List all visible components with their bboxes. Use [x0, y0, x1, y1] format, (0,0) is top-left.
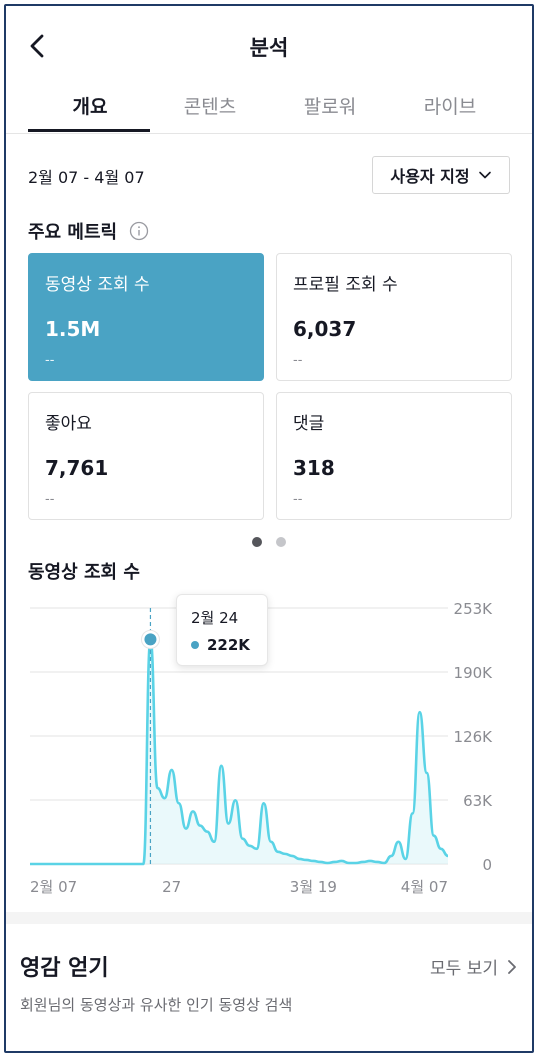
views-chart[interactable]: 253K 190K 126K 63K 0 2월 07 27 3월 19 4월 07 [6, 592, 534, 912]
metric-card-comments[interactable]: 댓글 318 -- [276, 392, 512, 520]
tab-overview[interactable]: 개요 [30, 92, 150, 119]
metric-label: 프로필 조회 수 [293, 275, 398, 295]
tab-followers[interactable]: 팔로워 [270, 92, 390, 119]
inspiration-description: 회원님의 동영상과 유사한 인기 동영상 검색 [20, 996, 293, 1014]
inspiration-title: 영감 얻기 [20, 956, 109, 981]
metric-card-likes[interactable]: 좋아요 7,761 -- [28, 392, 264, 520]
metric-value: 318 [293, 456, 335, 480]
app-frame: 분석 개요 콘텐츠 팔로워 라이브 2월 07 - 4월 07 사용자 지정 주… [4, 4, 534, 1053]
y-tick-label: 190K [454, 664, 494, 682]
metric-value: 7,761 [45, 456, 109, 480]
tooltip-value-row: 222K [191, 636, 253, 654]
metric-delta: -- [293, 492, 303, 507]
section-divider [6, 912, 532, 924]
metric-delta: -- [293, 353, 303, 368]
custom-range-label: 사용자 지정 [390, 167, 470, 186]
y-tick-label: 0 [482, 856, 492, 874]
pager-dot-active[interactable] [252, 537, 263, 547]
x-tick-label: 3월 19 [290, 878, 337, 896]
see-all-label: 모두 보기 [430, 959, 498, 979]
metric-label: 댓글 [293, 414, 325, 434]
tooltip-value: 222K [207, 636, 250, 654]
y-tick-label: 253K [454, 600, 494, 618]
metric-label: 동영상 조회 수 [45, 275, 150, 295]
hover-marker [144, 633, 157, 646]
metric-value: 1.5M [45, 317, 101, 341]
y-tick-label: 63K [463, 792, 493, 810]
x-tick-label: 2월 07 [30, 878, 77, 896]
metric-value: 6,037 [293, 317, 357, 341]
series-line [30, 638, 449, 866]
metrics-title: 주요 메트릭 [28, 222, 118, 243]
header: 분석 [6, 6, 532, 90]
x-tick-label: 4월 07 [401, 878, 448, 896]
pager-dot[interactable] [275, 537, 286, 547]
tooltip-date: 2월 24 [191, 609, 239, 627]
info-icon[interactable] [129, 221, 149, 241]
chevron-right-icon [508, 959, 516, 974]
date-range: 2월 07 - 4월 07 [28, 168, 145, 187]
metric-card-profile-views[interactable]: 프로필 조회 수 6,037 -- [276, 253, 512, 381]
see-all-link[interactable]: 모두 보기 [430, 954, 518, 979]
metrics-heading: 주요 메트릭 [28, 218, 149, 244]
tab-live[interactable]: 라이브 [390, 92, 510, 119]
chevron-down-icon [478, 171, 491, 179]
custom-range-button[interactable]: 사용자 지정 [372, 156, 510, 194]
tab-bar: 개요 콘텐츠 팔로워 라이브 [6, 86, 532, 134]
chart-tooltip: 2월 24 222K [176, 594, 268, 666]
y-tick-label: 126K [454, 728, 494, 746]
metric-card-video-views[interactable]: 동영상 조회 수 1.5M -- [28, 253, 264, 381]
series-dot-icon [191, 641, 199, 649]
page-title: 분석 [249, 36, 289, 60]
metric-delta: -- [45, 492, 55, 507]
chart-title: 동영상 조회 수 [28, 562, 140, 583]
tab-active-indicator [28, 129, 150, 132]
metric-label: 좋아요 [45, 414, 92, 434]
pager-dots [6, 532, 532, 551]
tab-content[interactable]: 콘텐츠 [150, 92, 270, 119]
metric-delta: -- [45, 353, 55, 368]
x-tick-label: 27 [162, 878, 181, 896]
